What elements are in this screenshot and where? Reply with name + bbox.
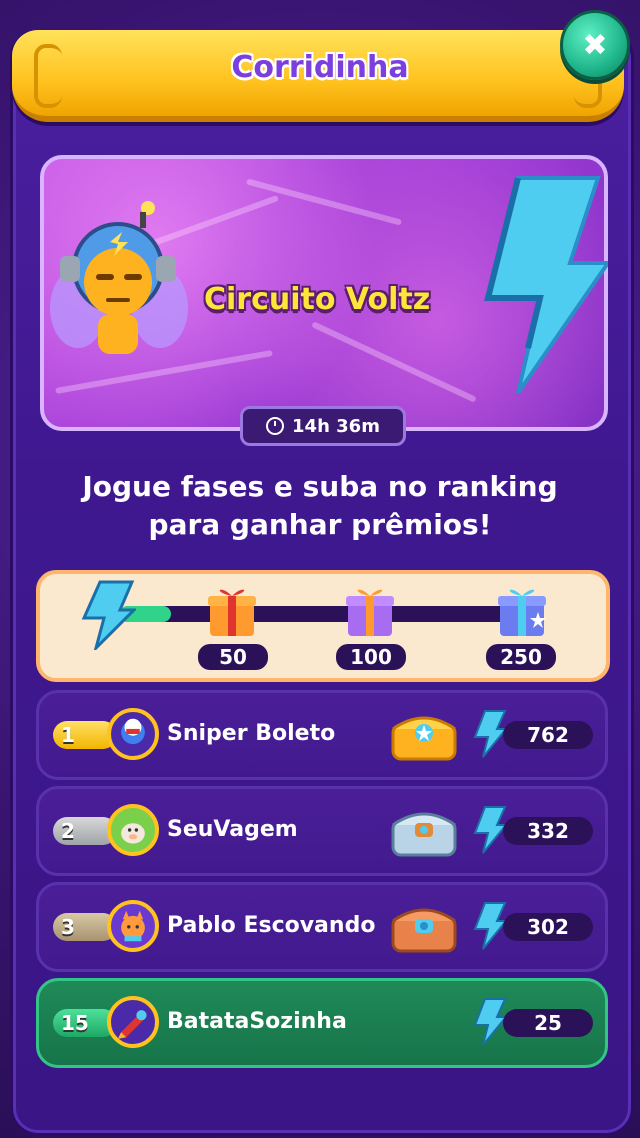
bolt-score-icon	[473, 998, 507, 1046]
leaderboard-row[interactable]: 1 Sniper Boleto 762	[36, 690, 608, 780]
gift-icon-purple	[346, 589, 394, 636]
event-timer: 14h 36m	[240, 406, 406, 446]
score-value: 302	[503, 913, 593, 941]
instruction-line-1: Jogue fases e suba no ranking	[82, 470, 558, 503]
avatar	[107, 996, 159, 1048]
leaderboard-row[interactable]: 3 Pablo Escovando 302	[36, 882, 608, 972]
close-icon: ✖	[582, 27, 608, 63]
progress-track	[120, 606, 510, 622]
gift-icon-blue	[498, 589, 546, 636]
avatar	[107, 804, 159, 856]
lightning-bolt-icon	[484, 176, 608, 393]
avatar	[107, 900, 159, 952]
player-name: Sniper Boleto	[167, 721, 336, 746]
gift-icon-orange	[208, 589, 256, 636]
timer-text: 14h 36m	[292, 415, 380, 437]
bolt-score-icon	[473, 710, 507, 758]
leaderboard-row[interactable]: 2 SeuVagem 332	[36, 786, 608, 876]
milestone-label-1: 50	[198, 644, 268, 670]
close-button[interactable]: ✖	[560, 10, 630, 80]
player-name: BatataSozinha	[167, 1009, 347, 1034]
leaderboard-row-current-player[interactable]: 15 BatataSozinha 25	[36, 978, 608, 1068]
gold-chest-icon	[391, 716, 457, 761]
progress-bolt-icon	[81, 580, 136, 650]
robot-mascot-icon	[50, 201, 188, 354]
score-value: 762	[503, 721, 593, 749]
page-title: Corridinha	[231, 50, 409, 85]
bronze-chest-icon	[391, 908, 457, 953]
player-name: Pablo Escovando	[167, 913, 376, 938]
bolt-score-icon	[473, 902, 507, 950]
player-name: SeuVagem	[167, 817, 298, 842]
milestone-label-3: 250	[486, 644, 556, 670]
milestone-label-2: 100	[336, 644, 406, 670]
clock-icon	[266, 417, 285, 435]
silver-chest-icon	[391, 812, 457, 857]
avatar	[107, 708, 159, 760]
instruction-text: Jogue fases e suba no ranking para ganha…	[40, 468, 600, 544]
event-name: Circuito Voltz	[204, 282, 431, 317]
score-value: 332	[503, 817, 593, 845]
bolt-score-icon	[473, 806, 507, 854]
score-value: 25	[503, 1009, 593, 1037]
instruction-line-2: para ganhar prêmios!	[148, 508, 492, 541]
